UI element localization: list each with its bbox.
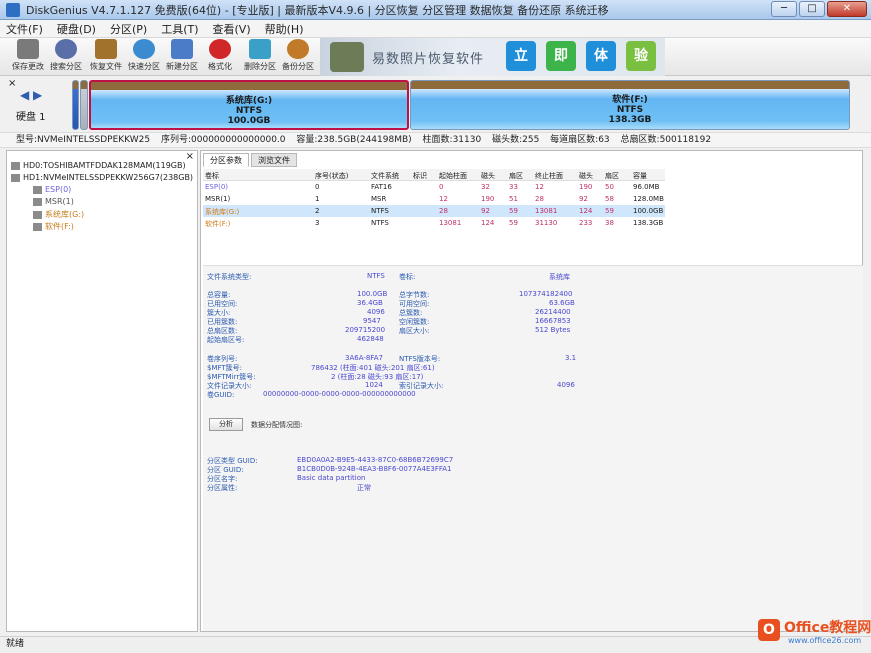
quick-partition-button[interactable]: 快速分区 — [126, 39, 162, 75]
disk-model: 型号:NVMeINTELSSDPEKKW25 — [16, 135, 151, 145]
detail-field: NTFS版本号: 3.1 — [399, 354, 577, 363]
new-partition-button[interactable]: 新建分区 — [164, 39, 200, 75]
office-logo-icon: O — [758, 619, 780, 641]
disk-map-close-icon[interactable]: × — [8, 78, 16, 89]
promo-banner[interactable]: 易数照片恢复软件 立 即 体 验 — [320, 38, 665, 76]
maximize-button[interactable]: □ — [799, 1, 825, 17]
tree-item-msr[interactable]: MSR(1) — [33, 197, 74, 208]
tree-item-software[interactable]: 软件(F:) — [33, 221, 74, 232]
recover-files-button[interactable]: 恢复文件 — [88, 39, 124, 75]
table-row-selected[interactable]: 系统库(G:) 2 NTFS 28 92 59 13081 124 59 100… — [203, 205, 665, 217]
banner-button-2[interactable]: 即 — [546, 41, 576, 71]
disk-info-bar: 型号:NVMeINTELSSDPEKKW25 序列号:0000000000000… — [0, 132, 871, 148]
save-changes-button[interactable]: 保存更改 — [10, 39, 46, 75]
menu-partition[interactable]: 分区(P) — [110, 21, 147, 37]
close-button[interactable]: ✕ — [827, 1, 867, 17]
disk-cylinders: 柱面数:31130 — [422, 135, 482, 145]
partition-fs: NTFS — [235, 106, 263, 116]
partition-block-msr[interactable] — [80, 80, 88, 130]
table-header: 卷标 序号(状态) 文件系统 标识 起始柱面 磁头 扇区 终止柱面 磁头 扇区 … — [203, 169, 665, 181]
delete-partition-icon — [249, 39, 271, 59]
delete-partition-button[interactable]: 删除分区 — [242, 39, 278, 75]
title-bar: DiskGenius V4.7.1.127 免费版(64位) - [专业版] |… — [0, 0, 871, 20]
tree-item-system[interactable]: 系统库(G:) — [33, 209, 84, 220]
app-icon — [6, 2, 20, 17]
disk-total-sectors: 总扇区数:500118192 — [620, 135, 712, 145]
disk-icon — [11, 161, 20, 170]
banner-button-4[interactable]: 验 — [626, 41, 656, 71]
disk-nav-arrows[interactable]: ◀ ▶ — [20, 88, 42, 102]
disk-map: × ◀ ▶ 硬盘 1 系统库(G:) NTFS 100.0GB 软件(F:) N… — [0, 76, 871, 132]
menu-disk[interactable]: 硬盘(D) — [57, 21, 96, 37]
table-row[interactable]: 软件(F:) 3 NTFS 13081 124 59 31130 233 38 … — [203, 217, 665, 229]
analyze-note: 数据分配情况图: — [251, 421, 303, 429]
partition-icon — [33, 210, 42, 219]
tree-item-esp[interactable]: ESP(0) — [33, 185, 71, 196]
menu-tools[interactable]: 工具(T) — [161, 21, 198, 37]
table-row[interactable]: ESP(0) 0 FAT16 0 32 33 12 190 50 96.0MB — [203, 181, 665, 193]
disk-serial: 序列号:000000000000000.0 — [161, 135, 286, 145]
watermark-text: Office教程网 — [784, 620, 871, 636]
search-partition-button[interactable]: 搜索分区 — [48, 39, 84, 75]
detail-field: 起始扇区号: 462848 — [207, 335, 384, 344]
save-disk-icon — [17, 39, 39, 59]
partition-details: 文件系统类型: NTFS 卷标: 系统库 总容量: 100.0GB 已用空间: 36… — [203, 265, 863, 631]
partition-size: 100.0GB — [227, 116, 271, 126]
tab-browse-files[interactable]: 浏览文件 — [251, 153, 297, 167]
banner-image — [330, 42, 364, 72]
new-partition-icon — [171, 39, 193, 59]
window-controls: ─ □ ✕ — [771, 1, 867, 17]
partition-block-system[interactable]: 系统库(G:) NTFS 100.0GB — [89, 80, 409, 130]
watermark: O Office教程网 www.office26.com — [758, 617, 871, 649]
window-title: DiskGenius V4.7.1.127 免费版(64位) - [专业版] |… — [26, 3, 609, 17]
backup-partition-icon — [287, 39, 309, 59]
partition-name: 系统库(G:) — [225, 96, 273, 106]
disk-tree-pane: × HD0:TOSHIBAMTFDDAK128MAM(119GB) HD1:NV… — [6, 150, 198, 632]
disk-icon — [11, 173, 20, 182]
volume-label-field: 卷标: 系统库 — [399, 273, 570, 281]
partition-icon — [33, 222, 42, 231]
status-bar: 就绪 — [0, 636, 871, 653]
search-icon — [55, 39, 77, 59]
tree-item-disk-1[interactable]: HD1:NVMeINTELSSDPEKKW256G7(238GB) — [11, 173, 193, 184]
minimize-button[interactable]: ─ — [771, 1, 797, 17]
recover-files-icon — [95, 39, 117, 59]
format-button[interactable]: 格式化 — [202, 39, 238, 75]
partition-block-esp[interactable] — [72, 80, 79, 130]
disk-heads: 磁头数:255 — [492, 135, 540, 145]
detail-field: 索引记录大小: 4096 — [399, 381, 575, 390]
banner-button-1[interactable]: 立 — [506, 41, 536, 71]
partition-block-software[interactable]: 软件(F:) NTFS 138.3GB — [410, 80, 850, 130]
tree-close-icon[interactable]: × — [186, 151, 194, 162]
detail-field: 分区属性: 正常 — [207, 484, 371, 492]
fs-type-field: 文件系统类型: NTFS — [207, 272, 385, 281]
detail-field: 卷GUID: 00000000-0000-0000-0000-0000000000… — [207, 390, 416, 399]
detail-field: 扇区大小: 512 Bytes — [399, 326, 571, 335]
disk-capacity: 容量:238.5GB(244198MB) — [296, 135, 412, 145]
partition-size: 138.3GB — [608, 115, 652, 125]
partition-icon — [33, 185, 42, 194]
menu-file[interactable]: 文件(F) — [6, 21, 43, 37]
tab-partition-params[interactable]: 分区参数 — [203, 153, 249, 167]
disk-sectors-per-track: 每道扇区数:63 — [550, 135, 610, 145]
partition-fs: NTFS — [616, 105, 644, 115]
format-icon — [209, 39, 231, 59]
menu-help[interactable]: 帮助(H) — [265, 21, 304, 37]
partition-table: 卷标 序号(状态) 文件系统 标识 起始柱面 磁头 扇区 终止柱面 磁头 扇区 … — [203, 169, 665, 229]
partition-detail-pane: 分区参数 浏览文件 卷标 序号(状态) 文件系统 标识 起始柱面 磁头 扇区 终… — [200, 150, 863, 632]
banner-text: 易数照片恢复软件 — [372, 52, 485, 67]
detail-tabs: 分区参数 浏览文件 — [203, 153, 297, 167]
menu-bar: 文件(F) 硬盘(D) 分区(P) 工具(T) 查看(V) 帮助(H) — [0, 20, 871, 38]
backup-partition-button[interactable]: 备份分区 — [280, 39, 316, 75]
tree-item-disk-0[interactable]: HD0:TOSHIBAMTFDDAK128MAM(119GB) — [11, 161, 186, 172]
quick-partition-icon — [133, 39, 155, 59]
partition-icon — [33, 197, 42, 206]
menu-view[interactable]: 查看(V) — [213, 21, 251, 37]
watermark-url: www.office26.com — [788, 636, 862, 645]
banner-button-3[interactable]: 体 — [586, 41, 616, 71]
table-row[interactable]: MSR(1) 1 MSR 12 190 51 28 92 58 128.0MB — [203, 193, 665, 205]
disk-label: 硬盘 1 — [16, 112, 46, 123]
analyze-button[interactable]: 分析 — [209, 418, 243, 431]
partition-name: 软件(F:) — [612, 95, 648, 105]
